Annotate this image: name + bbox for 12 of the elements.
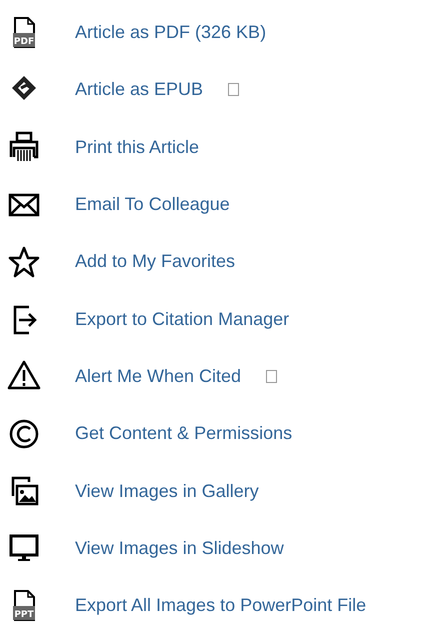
article-tool-link[interactable]: Add to My Favorites (75, 251, 236, 272)
article-tool-link[interactable]: Print this Article (75, 136, 200, 158)
article-tool-link[interactable]: Article as EPUB (75, 79, 204, 100)
article-tool-link[interactable]: Export to Citation Manager (75, 308, 290, 330)
article-tool-link[interactable]: Export All Images to PowerPoint File (75, 595, 366, 616)
article-tool-link[interactable]: Alert Me When Cited (75, 366, 242, 387)
article-tool-link[interactable]: Get Content & Permissions (75, 423, 292, 444)
article-tool-link[interactable]: Article as PDF (326 KB) (75, 22, 266, 44)
article-tool-link[interactable]: View Images in Gallery (75, 480, 259, 502)
star-icon (7, 244, 41, 279)
article-tool-link[interactable]: View Images in Slideshow (75, 538, 284, 559)
article-tool-link[interactable]: Email To Colleague (75, 194, 230, 216)
